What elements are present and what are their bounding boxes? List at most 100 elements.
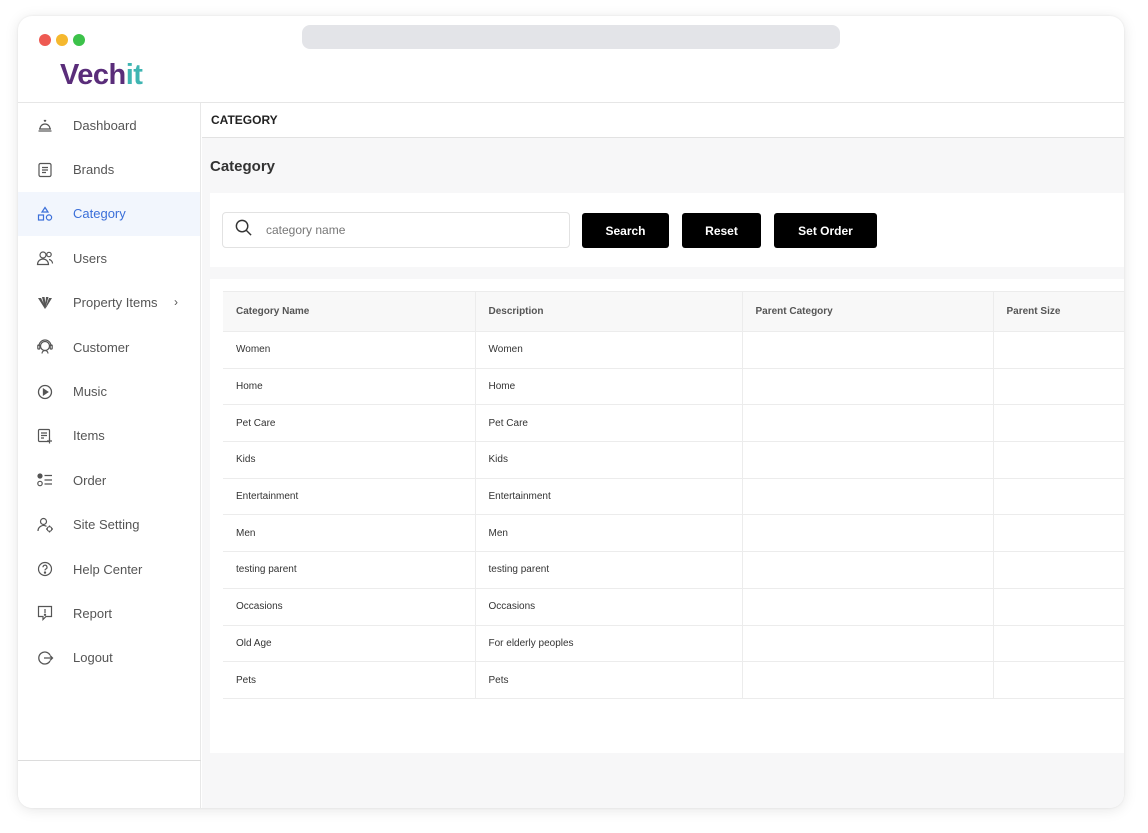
sidebar-footer-divider [18, 760, 201, 761]
category-shapes-icon [36, 205, 54, 223]
minimize-window-dot[interactable] [56, 34, 68, 46]
cell-category-name: Entertainment [223, 477, 476, 516]
table-row[interactable]: Men Men [223, 514, 1124, 553]
set-order-button[interactable]: Set Order [774, 213, 877, 248]
items-add-icon [36, 427, 54, 445]
table-row[interactable]: Kids Kids [223, 441, 1124, 479]
brands-list-icon [36, 161, 54, 179]
main-content: CATEGORY Category Search Reset Set Order… [202, 103, 1124, 808]
sidebar-item-report[interactable]: Report [18, 591, 200, 635]
chevron-right-icon[interactable]: › [174, 295, 178, 309]
sidebar-item-logout[interactable]: Logout [18, 636, 200, 680]
cell-description: Kids [474, 441, 743, 479]
cell-parent-category [741, 661, 994, 699]
cell-category-name: Kids [223, 441, 476, 479]
sidebar-item-label: Customer [73, 339, 130, 355]
sidebar-item-dashboard[interactable]: Dashboard [18, 103, 200, 147]
site-setting-user-icon [36, 516, 54, 534]
cell-category-name: Pets [223, 661, 476, 699]
cell-parent-size [992, 441, 1124, 479]
sidebar-item-label: Music [73, 384, 107, 400]
close-window-dot[interactable] [39, 34, 51, 46]
maximize-window-dot[interactable] [73, 34, 85, 46]
cell-parent-category [741, 587, 994, 626]
sidebar-item-order[interactable]: Order [18, 458, 200, 502]
column-header-parent-category[interactable]: Parent Category [741, 291, 994, 332]
cell-parent-size [992, 404, 1124, 443]
search-icon [234, 218, 253, 242]
cell-parent-category [741, 551, 994, 589]
sidebar-item-label: Site Setting [73, 517, 140, 533]
table-row[interactable]: Women Women [223, 331, 1124, 369]
table-row[interactable]: testing parent testing parent [223, 551, 1124, 589]
sidebar-item-site-setting[interactable]: Site Setting [18, 503, 200, 547]
brand-logo[interactable]: Vechit [60, 59, 143, 92]
table-row[interactable]: Old Age For elderly peoples [223, 624, 1124, 663]
table-row[interactable]: Home Home [223, 367, 1124, 406]
cell-category-name: Pet Care [223, 404, 476, 443]
cell-parent-category [741, 331, 994, 369]
brand-logo-part1: Vech [60, 59, 126, 91]
sidebar: Dashboard Brands Category Users Property… [18, 103, 201, 808]
cell-parent-size [992, 514, 1124, 553]
sidebar-item-label: Brands [73, 162, 115, 178]
sidebar-item-items[interactable]: Items [18, 414, 200, 458]
cell-category-name: Women [223, 331, 476, 369]
customer-support-icon [36, 338, 54, 356]
cell-description: Pet Care [474, 404, 743, 443]
column-header-category-name[interactable]: Category Name [223, 291, 476, 332]
cell-category-name: Home [223, 367, 476, 406]
table-row[interactable]: Occasions Occasions [223, 587, 1124, 626]
sidebar-item-label: Property Items [73, 295, 158, 311]
sidebar-item-help-center[interactable]: Help Center [18, 547, 200, 591]
table-row[interactable]: Entertainment Entertainment [223, 477, 1124, 516]
cell-description: Entertainment [474, 477, 743, 516]
sidebar-item-users[interactable]: Users [18, 236, 200, 280]
sidebar-item-label: Items [73, 428, 105, 444]
cell-description: Women [474, 331, 743, 369]
table-row[interactable]: Pets Pets [223, 661, 1124, 699]
cell-description: Pets [474, 661, 743, 699]
cell-parent-category [741, 441, 994, 479]
brand-logo-part2: it [125, 59, 143, 91]
cell-description: Occasions [474, 587, 743, 626]
sidebar-item-label: Category [73, 206, 126, 222]
report-alert-icon [36, 604, 54, 622]
table-row[interactable]: Pet Care Pet Care [223, 404, 1124, 443]
search-box[interactable] [222, 212, 570, 248]
cell-parent-size [992, 551, 1124, 589]
column-header-parent-size[interactable]: Parent Size [992, 291, 1124, 332]
reset-button[interactable]: Reset [682, 213, 761, 248]
property-items-icon [36, 294, 54, 312]
sidebar-item-label: Logout [73, 650, 113, 666]
sidebar-item-property-items[interactable]: Property Items › [18, 281, 200, 325]
sidebar-item-label: Report [73, 605, 113, 621]
cell-parent-size [992, 367, 1124, 406]
search-button[interactable]: Search [582, 213, 669, 248]
users-icon [36, 249, 54, 267]
sidebar-item-brands[interactable]: Brands [18, 147, 200, 191]
filter-card: Search Reset Set Order [210, 193, 1124, 267]
address-bar[interactable] [302, 25, 840, 49]
cell-parent-size [992, 661, 1124, 699]
cell-description: testing parent [474, 551, 743, 589]
search-input[interactable] [266, 223, 546, 237]
window-controls [39, 34, 85, 46]
sidebar-item-customer[interactable]: Customer [18, 325, 200, 369]
sidebar-item-label: Users [73, 250, 107, 266]
cell-category-name: testing parent [223, 551, 476, 589]
logout-icon [36, 649, 54, 667]
column-header-description[interactable]: Description [474, 291, 743, 332]
sidebar-item-label: Help Center [73, 561, 143, 577]
sidebar-item-label: Order [73, 472, 107, 488]
dashboard-bell-icon [36, 116, 54, 134]
cell-description: Men [474, 514, 743, 553]
app-window: Vechit Dashboard Brands Category Users P… [18, 16, 1124, 808]
cell-parent-size [992, 587, 1124, 626]
sidebar-item-music[interactable]: Music [18, 369, 200, 413]
page-title: Category [210, 158, 276, 175]
cell-category-name: Old Age [223, 624, 476, 663]
cell-category-name: Occasions [223, 587, 476, 626]
cell-parent-size [992, 477, 1124, 516]
sidebar-item-category[interactable]: Category [18, 191, 200, 237]
